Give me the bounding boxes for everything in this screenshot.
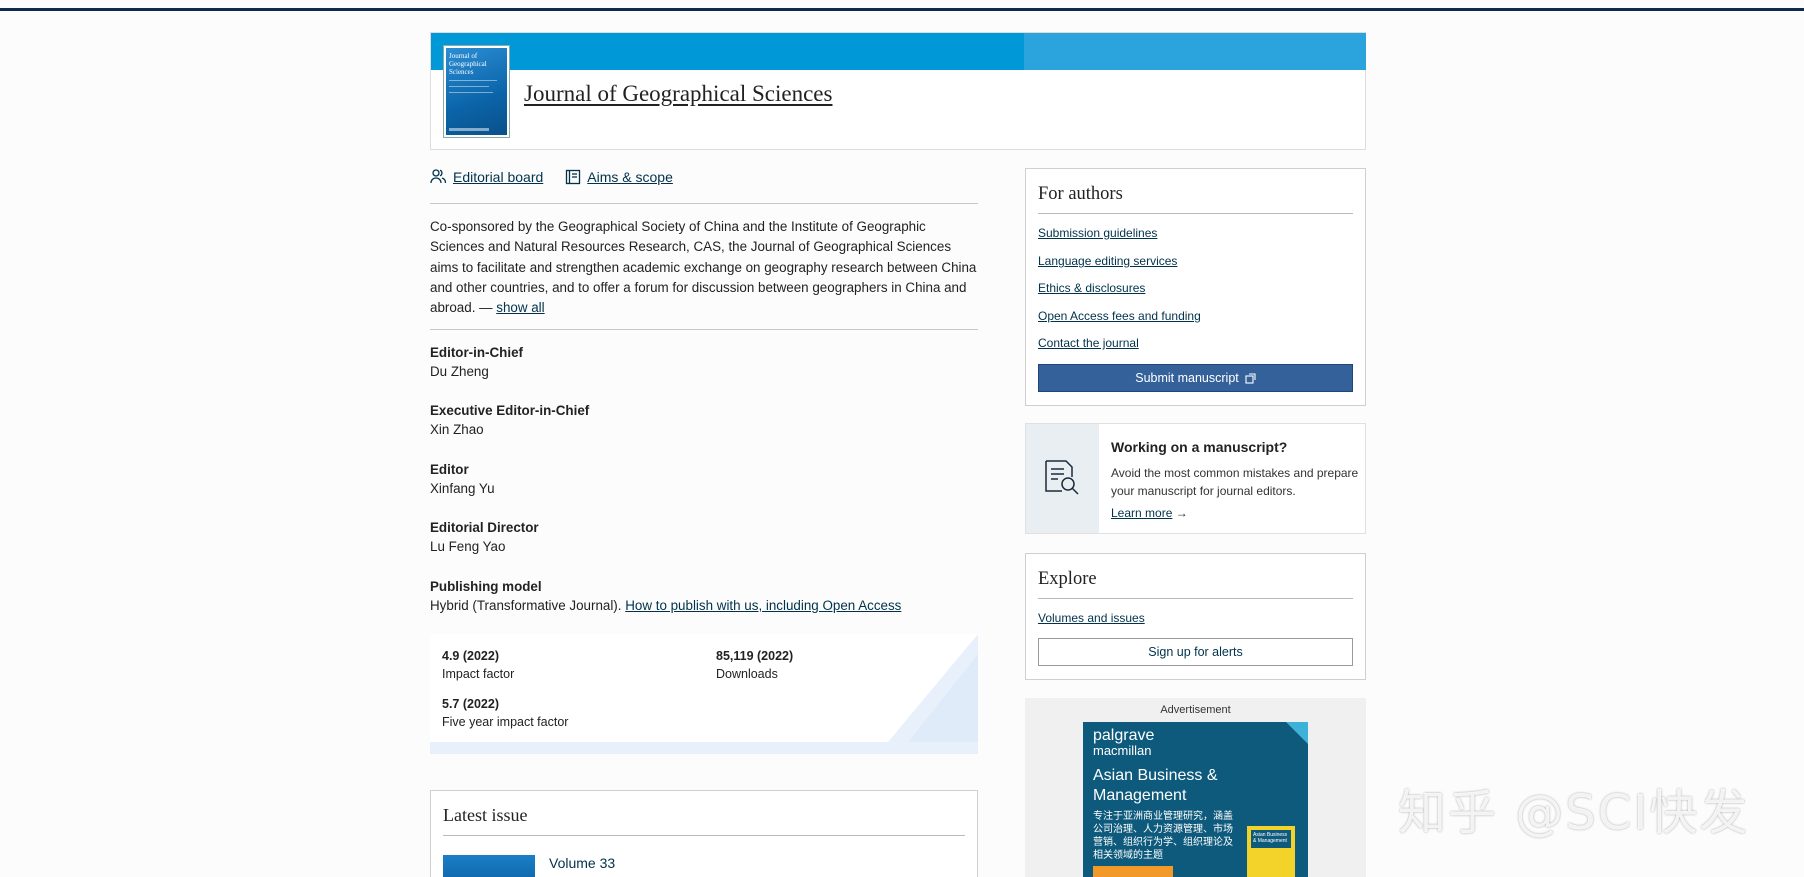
journal-nav-links: Editorial board Aims & scope: [430, 168, 673, 185]
latest-issue-volume-link[interactable]: Volume 33: [549, 855, 615, 871]
metric-value: 4.9 (2022): [442, 649, 499, 663]
metric-label: Downloads: [716, 667, 778, 681]
for-authors-heading: For authors: [1038, 184, 1123, 204]
editor-label: Editorial Director: [430, 520, 539, 535]
ad-brand-logo: palgrave macmillan: [1093, 727, 1155, 759]
journal-description: Co-sponsored by the Geographical Society…: [430, 217, 978, 318]
book-icon: [566, 169, 581, 184]
editorial-director: Editorial Director Lu Feng Yao: [430, 518, 539, 556]
journal-header: Journal of Geographical Sciences Journal…: [430, 32, 1366, 150]
header-band-right: [1024, 33, 1366, 70]
metric-impact-factor: 4.9 (2022) Impact factor: [442, 647, 514, 683]
metric-label: Five year impact factor: [442, 715, 569, 729]
learn-more-link[interactable]: Learn more: [1111, 506, 1172, 520]
editor-label: Editor-in-Chief: [430, 345, 523, 360]
learn-more: Learn more →: [1111, 506, 1188, 520]
top-border: [0, 8, 1804, 11]
ad-creative[interactable]: palgrave macmillan Asian Business & Mana…: [1083, 722, 1308, 877]
external-link-icon: [1245, 372, 1256, 384]
arrow-right-icon: →: [1175, 506, 1188, 520]
document-search-icon: [1045, 460, 1079, 495]
editorial-board-label: Editorial board: [453, 168, 544, 185]
open-access-fees-link[interactable]: Open Access fees and funding: [1038, 309, 1201, 323]
ethics-disclosures-link[interactable]: Ethics & disclosures: [1038, 281, 1145, 295]
submission-guidelines-link[interactable]: Submission guidelines: [1038, 226, 1157, 240]
aims-scope-label: Aims & scope: [587, 168, 673, 185]
contact-journal-link[interactable]: Contact the journal: [1038, 336, 1139, 350]
ad-book-cover: Asian Business & Management: [1247, 826, 1295, 877]
latest-issue-heading: Latest issue: [443, 805, 528, 825]
latest-issue-cover-image[interactable]: [443, 855, 535, 877]
metric-value: 5.7 (2022): [442, 697, 499, 711]
publishing-model-value: Hybrid (Transformative Journal).: [430, 598, 626, 613]
divider: [430, 329, 978, 330]
volumes-issues-link[interactable]: Volumes and issues: [1038, 611, 1145, 625]
submit-manuscript-label: Submit manuscript: [1135, 371, 1239, 385]
metric-value: 85,119 (2022): [716, 649, 794, 663]
submit-manuscript-button[interactable]: Submit manuscript: [1038, 364, 1353, 392]
latest-issue-box: Latest issue Volume 33: [430, 790, 978, 877]
for-authors-box: For authors Submission guidelines Langua…: [1025, 168, 1366, 406]
header-band: [431, 33, 1024, 70]
editor-in-chief: Editor-in-Chief Du Zheng: [430, 343, 523, 381]
cover-title: Journal of Geographical Sciences: [449, 52, 487, 76]
publishing-model-label: Publishing model: [430, 579, 542, 594]
language-editing-link[interactable]: Language editing services: [1038, 254, 1177, 268]
ad-headline: Asian Business & Management: [1093, 767, 1218, 804]
show-all-link[interactable]: show all: [496, 300, 544, 315]
sign-up-alerts-button[interactable]: Sign up for alerts: [1038, 638, 1353, 666]
publishing-model: Publishing model Hybrid (Transformative …: [430, 577, 901, 615]
explore-heading: Explore: [1038, 569, 1097, 589]
working-on-manuscript-text: Avoid the most common mistakes and prepa…: [1111, 466, 1359, 498]
editor-value: Du Zheng: [430, 364, 489, 379]
advertisement: Advertisement palgrave macmillan Asian B…: [1025, 698, 1366, 877]
people-icon: [430, 169, 447, 184]
journal-cover-image[interactable]: Journal of Geographical Sciences: [443, 45, 510, 138]
journal-metrics: 4.9 (2022) Impact factor 85,119 (2022) D…: [430, 634, 978, 754]
ad-book-label: Asian Business & Management: [1251, 830, 1291, 848]
executive-editor-in-chief: Executive Editor-in-Chief Xin Zhao: [430, 401, 589, 439]
editor-label: Editor: [430, 462, 469, 477]
editor-value: Xin Zhao: [430, 422, 484, 437]
metric-five-year-impact-factor: 5.7 (2022) Five year impact factor: [442, 695, 568, 731]
editor-value: Xinfang Yu: [430, 481, 495, 496]
editor-label: Executive Editor-in-Chief: [430, 403, 590, 418]
metric-downloads: 85,119 (2022) Downloads: [716, 647, 793, 683]
working-on-manuscript-card: Working on a manuscript? Avoid the most …: [1025, 423, 1366, 534]
ad-cta-button[interactable]: [1093, 866, 1173, 877]
ad-chinese-text: 专注于亚洲商业管理研究，涵盖公司治理、人力资源管理、市场营销、组织行为学、组织理…: [1093, 811, 1233, 861]
how-to-publish-link[interactable]: How to publish with us, including Open A…: [625, 598, 901, 613]
journal-title-link[interactable]: Journal of Geographical Sciences: [524, 81, 832, 107]
divider: [430, 203, 978, 204]
advertisement-label: Advertisement: [1160, 704, 1231, 716]
metric-label: Impact factor: [442, 667, 515, 681]
manuscript-icon-panel: [1026, 424, 1099, 533]
watermark: 知乎 @SCI快发: [1398, 785, 1750, 841]
working-on-manuscript-title: Working on a manuscript?: [1111, 439, 1288, 455]
metrics-decoration: [888, 634, 978, 742]
editorial-board-link[interactable]: Editorial board: [430, 168, 543, 185]
explore-box: Explore Volumes and issues Sign up for a…: [1025, 553, 1366, 680]
aims-scope-link[interactable]: Aims & scope: [565, 168, 673, 185]
editor-value: Lu Feng Yao: [430, 539, 506, 554]
editor: Editor Xinfang Yu: [430, 460, 495, 498]
